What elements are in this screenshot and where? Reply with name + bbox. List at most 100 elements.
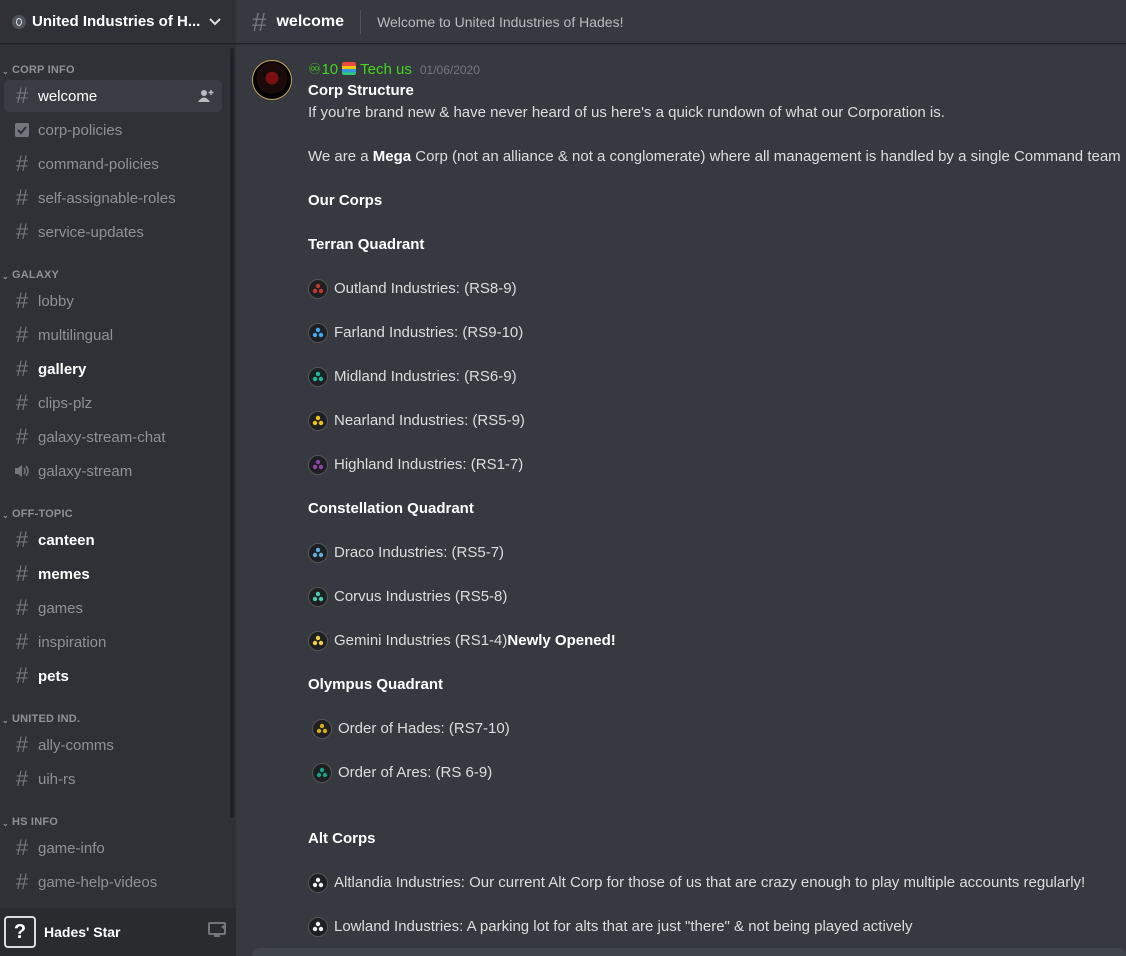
corp-line: Draco Industries: (RS5-7)	[308, 542, 1126, 564]
channel-label: ally-comms	[38, 736, 114, 754]
author-avatar[interactable]	[252, 60, 292, 100]
line-spacer	[308, 432, 1126, 454]
channel-item-lobby[interactable]: # lobby	[4, 285, 222, 317]
channel-label: welcome	[38, 87, 98, 105]
category-caret-icon: ⌄	[2, 819, 9, 828]
channel-title: welcome	[276, 12, 345, 30]
corp-text: Gemini Industries (RS1-4)	[334, 632, 508, 649]
channel-item-pets[interactable]: # pets	[4, 660, 222, 692]
corp-emblem-icon	[308, 279, 328, 299]
category-corp-info[interactable]: ⌄ CORP INFO	[0, 45, 230, 79]
corp-line: Order of Ares: (RS 6-9)	[308, 762, 1126, 784]
heading-text: Corp Structure	[308, 82, 414, 99]
emphasis-text: Mega	[372, 148, 412, 165]
screen-share-icon[interactable]	[208, 921, 228, 944]
line-spacer	[308, 256, 1126, 278]
header-divider	[360, 9, 362, 34]
message-timestamp[interactable]: 01/06/2020	[420, 63, 480, 77]
corp-line: Highland Industries: (RS1-7)	[308, 454, 1126, 476]
category-united-ind[interactable]: ⌄ UNITED IND.	[0, 694, 230, 728]
channel-item-clips-plz[interactable]: # clips-plz	[4, 387, 222, 419]
channel-item-corp-policies[interactable]: corp-policies	[4, 114, 222, 146]
corp-text: Order of Hades: (RS7-10)	[338, 720, 510, 737]
channel-item-uih-rs[interactable]: # uih-rs	[4, 763, 222, 795]
channel-item-game-info[interactable]: # game-info	[4, 832, 222, 864]
category-label: UNITED IND.	[12, 713, 81, 725]
category-label: CORP INFO	[12, 64, 75, 76]
create-invite-icon[interactable]	[198, 89, 214, 107]
corp-emblem-icon	[308, 367, 328, 387]
heading-text: Terran Quadrant	[308, 236, 425, 253]
hash-icon: #	[15, 390, 29, 415]
message-input[interactable]	[252, 948, 1126, 956]
author-name[interactable]: ♾10 Tech us	[308, 60, 412, 78]
channel-label: service-updates	[38, 223, 144, 241]
line-spacer	[308, 388, 1126, 410]
channel-label: clips-plz	[38, 394, 93, 412]
corp-text: Outland Industries: (RS8-9)	[334, 280, 517, 297]
corp-text: Midland Industries: (RS6-9)	[334, 368, 517, 385]
channel-label: game-help-videos	[38, 873, 158, 891]
channel-topic[interactable]: Welcome to United Industries of Hades!	[377, 14, 623, 30]
hash-icon: #	[15, 424, 29, 449]
corp-line: Farland Industries: (RS9-10)	[308, 322, 1126, 344]
author-prefix: ♾10	[308, 61, 339, 78]
corp-line: Lowland Industries: A parking lot for al…	[308, 916, 1126, 938]
user-panel-name: Hades' Star	[44, 924, 121, 940]
line-spacer	[308, 300, 1126, 322]
channel-item-gallery[interactable]: # gallery	[4, 353, 222, 385]
category-off-topic[interactable]: ⌄ OFF-TOPIC	[0, 489, 230, 523]
channel-item-galaxy-stream[interactable]: galaxy-stream	[4, 455, 222, 487]
channel-item-welcome[interactable]: # welcome	[4, 80, 222, 112]
corp-emblem-icon	[308, 323, 328, 343]
line-spacer	[308, 476, 1126, 498]
channel-item-inspiration[interactable]: # inspiration	[4, 626, 222, 658]
corp-line: Midland Industries: (RS6-9)	[308, 366, 1126, 388]
hash-icon: #	[15, 869, 29, 894]
help-avatar[interactable]: ?	[4, 916, 36, 948]
category-label: HS INFO	[12, 816, 59, 828]
chat-area: # welcome Welcome to United Industries o…	[236, 0, 1126, 956]
guild-header[interactable]: United Industries of H...	[0, 0, 236, 44]
channel-label: inspiration	[38, 633, 107, 651]
line-spacer	[308, 894, 1126, 916]
channel-item-self-assignable-roles[interactable]: # self-assignable-roles	[4, 182, 222, 214]
line-spacer	[308, 784, 1126, 806]
category-caret-icon: ⌄	[2, 716, 9, 725]
line-spacer	[308, 124, 1126, 146]
speaker-icon	[12, 463, 32, 479]
category-galaxy[interactable]: ⌄ GALAXY	[0, 250, 230, 284]
channel-item-game-help-videos[interactable]: # game-help-videos	[4, 866, 222, 898]
channel-item-multilingual[interactable]: # multilingual	[4, 319, 222, 351]
channel-item-command-policies[interactable]: # command-policies	[4, 148, 222, 180]
hash-icon: #	[15, 151, 29, 176]
category-label: OFF-TOPIC	[12, 508, 73, 520]
author-label: Tech us	[360, 61, 412, 78]
chevron-down-icon[interactable]	[206, 13, 224, 31]
hash-icon: #	[15, 732, 29, 757]
channel-header: # welcome Welcome to United Industries o…	[236, 0, 1126, 44]
category-hs-info[interactable]: ⌄ HS INFO	[0, 797, 230, 831]
channel-item-memes[interactable]: # memes	[4, 558, 222, 590]
channel-item-service-updates[interactable]: # service-updates	[4, 216, 222, 248]
channel-sidebar: United Industries of H... ⌄ CORP INFO # wel…	[0, 0, 236, 956]
checkbox-icon	[12, 122, 32, 138]
line-spacer	[308, 564, 1126, 586]
corp-emblem-icon	[308, 455, 328, 475]
heading-text: Alt Corps	[308, 830, 376, 847]
corp-text: Highland Industries: (RS1-7)	[334, 456, 524, 473]
guild-name: United Industries of H...	[32, 13, 201, 30]
corp-emblem-icon	[308, 631, 328, 651]
sidebar-scrollbar[interactable]	[230, 48, 234, 818]
section-heading: Alt Corps	[308, 828, 1126, 850]
channel-item-ally-comms[interactable]: # ally-comms	[4, 729, 222, 761]
corp-text: Nearland Industries: (RS5-9)	[334, 412, 525, 429]
hash-icon: #	[15, 288, 29, 313]
channel-item-games[interactable]: # games	[4, 592, 222, 624]
channel-label: galaxy-stream-chat	[38, 428, 166, 446]
corp-line: Outland Industries: (RS8-9)	[308, 278, 1126, 300]
corp-text: Order of Ares: (RS 6-9)	[338, 764, 493, 781]
hash-icon: #	[15, 595, 29, 620]
channel-item-canteen[interactable]: # canteen	[4, 524, 222, 556]
channel-item-galaxy-stream-chat[interactable]: # galaxy-stream-chat	[4, 421, 222, 453]
